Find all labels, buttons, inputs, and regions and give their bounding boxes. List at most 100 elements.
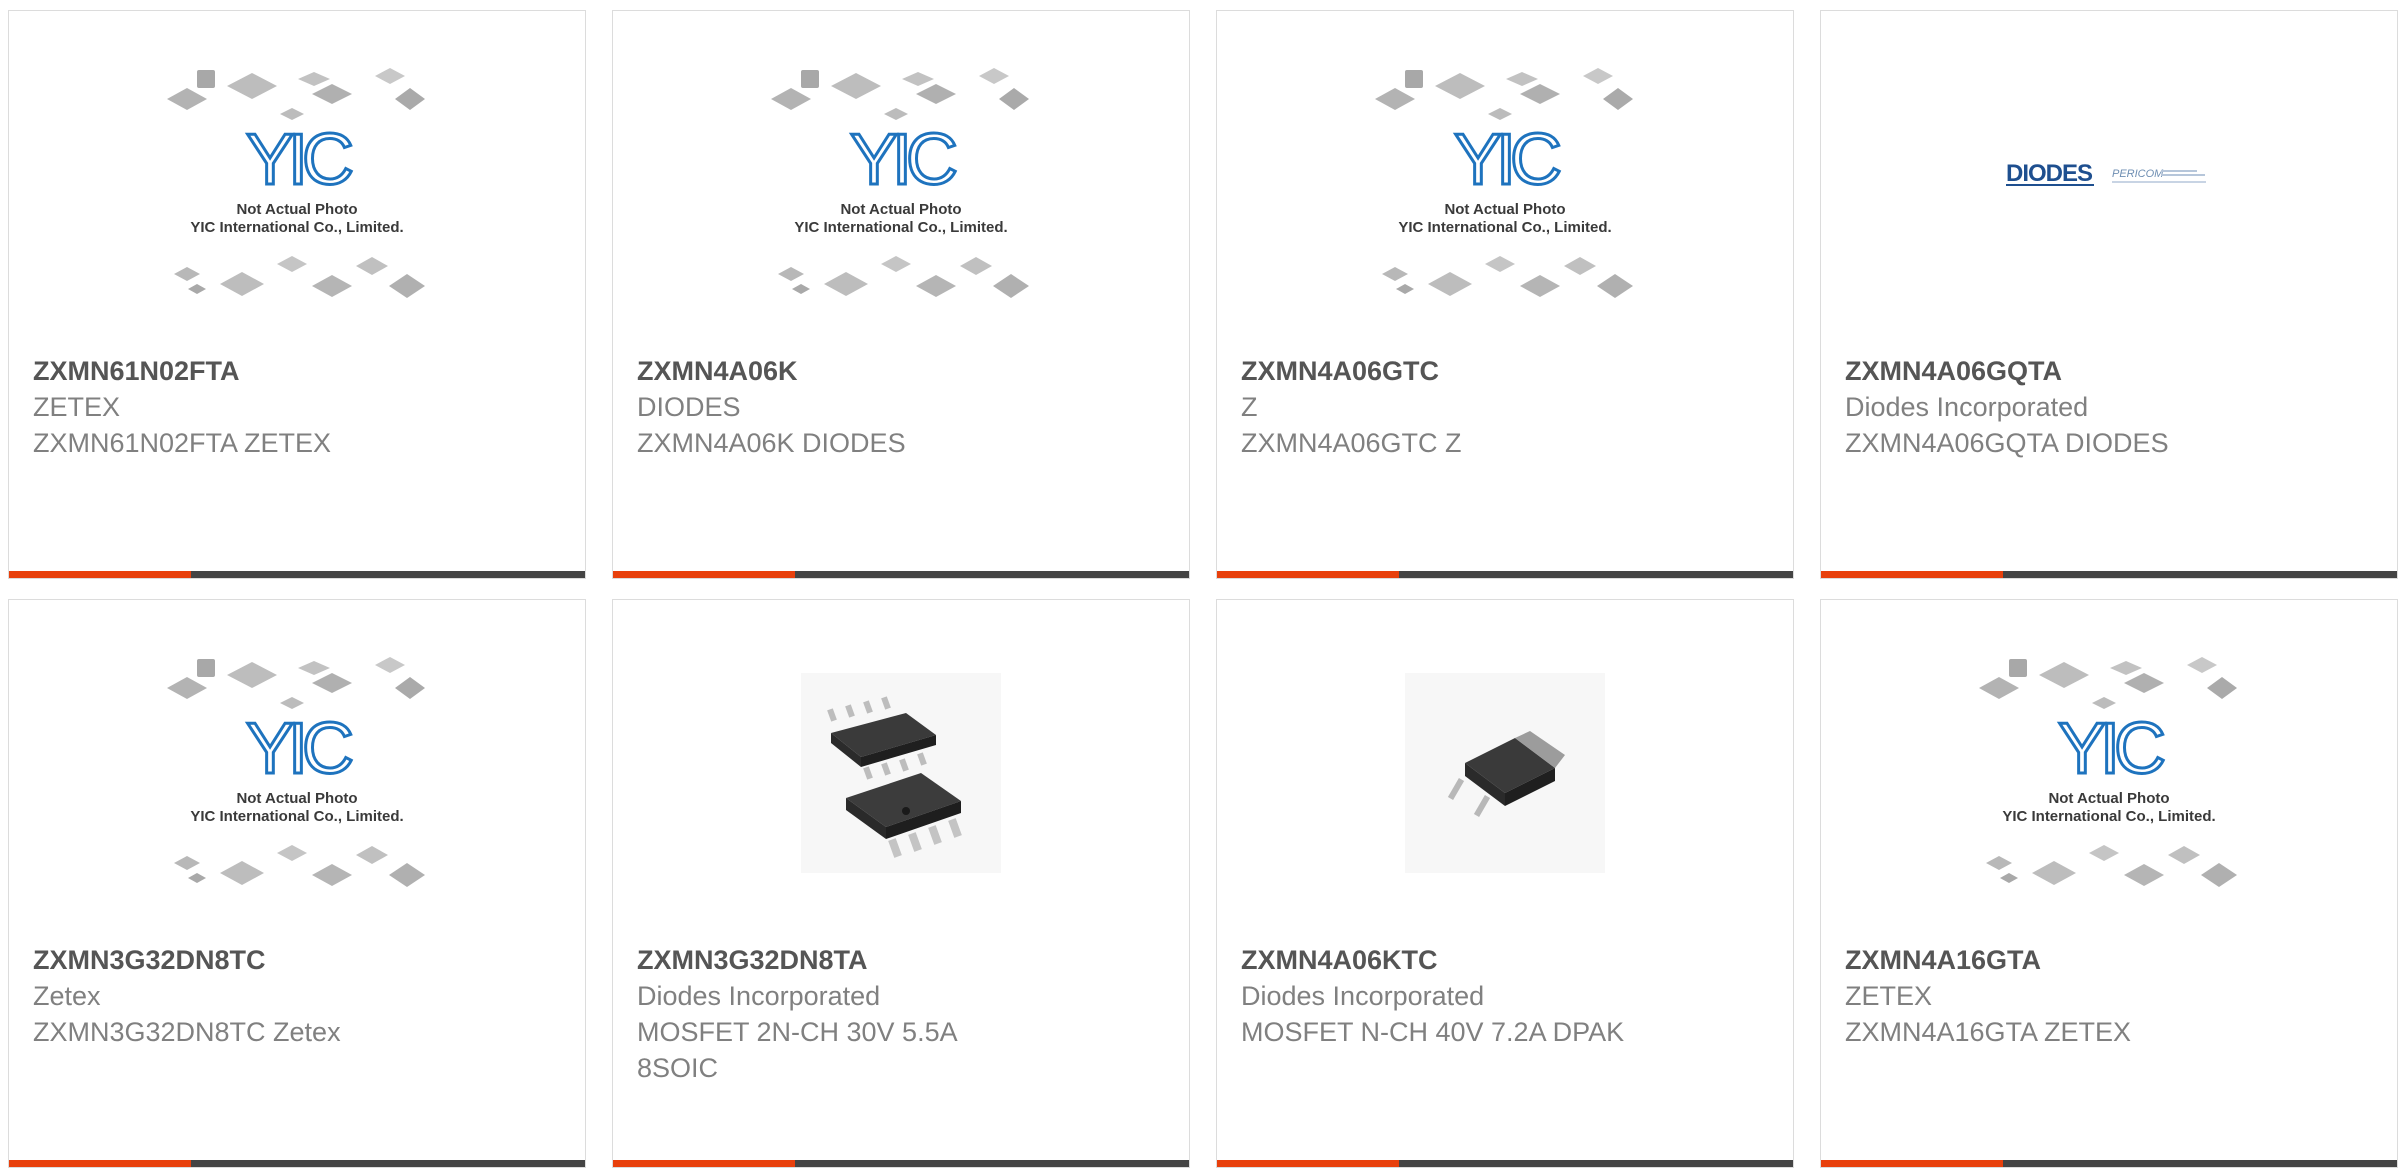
package-shape [395, 676, 425, 699]
package-shape [312, 863, 352, 886]
package-shape [1485, 255, 1515, 272]
card-accent-bar [9, 571, 191, 578]
product-card[interactable]: YIC Not Actual Photo YIC International Co.… [612, 10, 1190, 579]
yic-logo: YIC [246, 709, 352, 789]
package-shape [2201, 862, 2237, 887]
package-shape [375, 67, 405, 84]
package-shape [1506, 71, 1538, 86]
card-accent-bar [9, 1160, 191, 1167]
part-number[interactable]: ZXMN61N02FTA [33, 353, 561, 389]
package-shape [312, 83, 352, 104]
card-accent-bar [613, 571, 795, 578]
product-description: ZXMN4A06K DIODES [637, 428, 906, 458]
package-shape [298, 71, 330, 86]
yic-placeholder-image: YIC Not Actual Photo YIC International Co.… [9, 600, 585, 945]
package-shape [220, 271, 264, 296]
package-shape [1435, 72, 1485, 99]
part-number[interactable]: ZXMN4A06K [637, 353, 1165, 389]
yic-placeholder-image: YIC Not Actual Photo YIC International Co.… [613, 11, 1189, 356]
card-accent-bar [1217, 571, 1399, 578]
brand-name: Diodes Incorporated [1241, 981, 1485, 1011]
product-card[interactable]: YIC Not Actual Photo YIC International Co.… [8, 599, 586, 1168]
product-description: ZXMN61N02FTA ZETEX [33, 428, 332, 458]
part-number[interactable]: ZXMN4A06KTC [1241, 942, 1769, 978]
product-card[interactable]: YIC Not Actual Photo YIC International Co.… [8, 10, 586, 579]
package-shape [389, 273, 425, 298]
package-shape [312, 672, 352, 693]
package-shape [356, 845, 388, 864]
part-number[interactable]: ZXMN4A06GQTA [1845, 353, 2373, 389]
soic8-back-chip [827, 695, 936, 780]
package-shape [389, 862, 425, 887]
package-shape [197, 658, 215, 677]
package-shape [2124, 863, 2164, 886]
package-shape [1520, 83, 1560, 104]
package-shape [1603, 87, 1633, 110]
package-shape [2187, 656, 2217, 673]
package-shape [167, 87, 207, 110]
card-bottom-bar [1821, 571, 2397, 578]
package-shape [1428, 271, 1472, 296]
package-shape [884, 107, 908, 120]
brand-name: DIODES [637, 392, 741, 422]
package-shape [824, 271, 868, 296]
package-shape [227, 72, 277, 99]
part-number[interactable]: ZXMN3G32DN8TA [637, 942, 1165, 978]
card-bottom-bar [9, 571, 585, 578]
card-accent-bar [1821, 1160, 2003, 1167]
package-shape [1396, 283, 1414, 294]
pericom-logo-text: PERICOM [2112, 168, 2164, 180]
package-shape [2124, 672, 2164, 693]
package-shape [375, 656, 405, 673]
package-shape [2000, 872, 2018, 883]
package-shape [2168, 845, 2200, 864]
product-card[interactable]: YIC Not Actual Photo YIC International Co.… [1820, 599, 2398, 1168]
package-shape [916, 83, 956, 104]
yic-company-text: YIC International Co., Limited. [190, 219, 403, 236]
card-bottom-bar [1821, 1160, 2397, 1167]
part-number[interactable]: ZXMN3G32DN8TC [33, 942, 561, 978]
package-shape [801, 69, 819, 88]
package-shape [2110, 660, 2142, 675]
brand-name: ZETEX [33, 392, 121, 422]
package-shape [280, 107, 304, 120]
package-shape [960, 256, 992, 275]
part-number[interactable]: ZXMN4A06GTC [1241, 353, 1769, 389]
package-shape [1564, 256, 1596, 275]
product-card[interactable]: ZXMN4A06KTC Diodes Incorporated MOSFET N… [1216, 599, 1794, 1168]
brand-name: Diodes Incorporated [637, 981, 881, 1011]
product-card[interactable]: YIC Not Actual Photo YIC International Co.… [1216, 10, 1794, 579]
not-actual-photo-text: Not Actual Photo [1444, 201, 1565, 218]
package-shape [197, 69, 215, 88]
product-description: MOSFET 2N-CH 30V 5.5A 8SOIC [637, 1017, 957, 1083]
yic-logo: YIC [850, 120, 956, 200]
card-bottom-bar [1217, 1160, 1793, 1167]
package-shape [979, 67, 1009, 84]
brand-name: ZETEX [1845, 981, 1933, 1011]
product-card[interactable]: ZXMN3G32DN8TA Diodes Incorporated MOSFET… [612, 599, 1190, 1168]
package-shape [188, 872, 206, 883]
yic-placeholder-image: YIC Not Actual Photo YIC International Co.… [1217, 11, 1793, 356]
package-shape [174, 266, 200, 281]
product-card[interactable]: DIODES PERICOM ZXMN4A06GQTA Diodes Incor… [1820, 10, 2398, 579]
package-shape [2039, 661, 2089, 688]
package-shape [778, 266, 804, 281]
part-number[interactable]: ZXMN4A16GTA [1845, 942, 2373, 978]
card-bottom-bar [613, 1160, 1189, 1167]
package-shape [999, 87, 1029, 110]
yic-company-text: YIC International Co., Limited. [794, 219, 1007, 236]
brand-name: Zetex [33, 981, 101, 1011]
dpak-chip [1447, 730, 1565, 817]
package-shape [277, 844, 307, 861]
yic-company-text: YIC International Co., Limited. [1398, 219, 1611, 236]
package-shape [902, 71, 934, 86]
soic8-chip-image [613, 600, 1189, 945]
not-actual-photo-text: Not Actual Photo [840, 201, 961, 218]
package-shape [1375, 87, 1415, 110]
package-shape [1597, 273, 1633, 298]
card-bottom-bar [1217, 571, 1793, 578]
package-shape [188, 283, 206, 294]
product-grid: YIC Not Actual Photo YIC International Co.… [0, 0, 2400, 1168]
yic-placeholder-image: YIC Not Actual Photo YIC International Co.… [1821, 600, 2397, 945]
package-shape [312, 274, 352, 297]
